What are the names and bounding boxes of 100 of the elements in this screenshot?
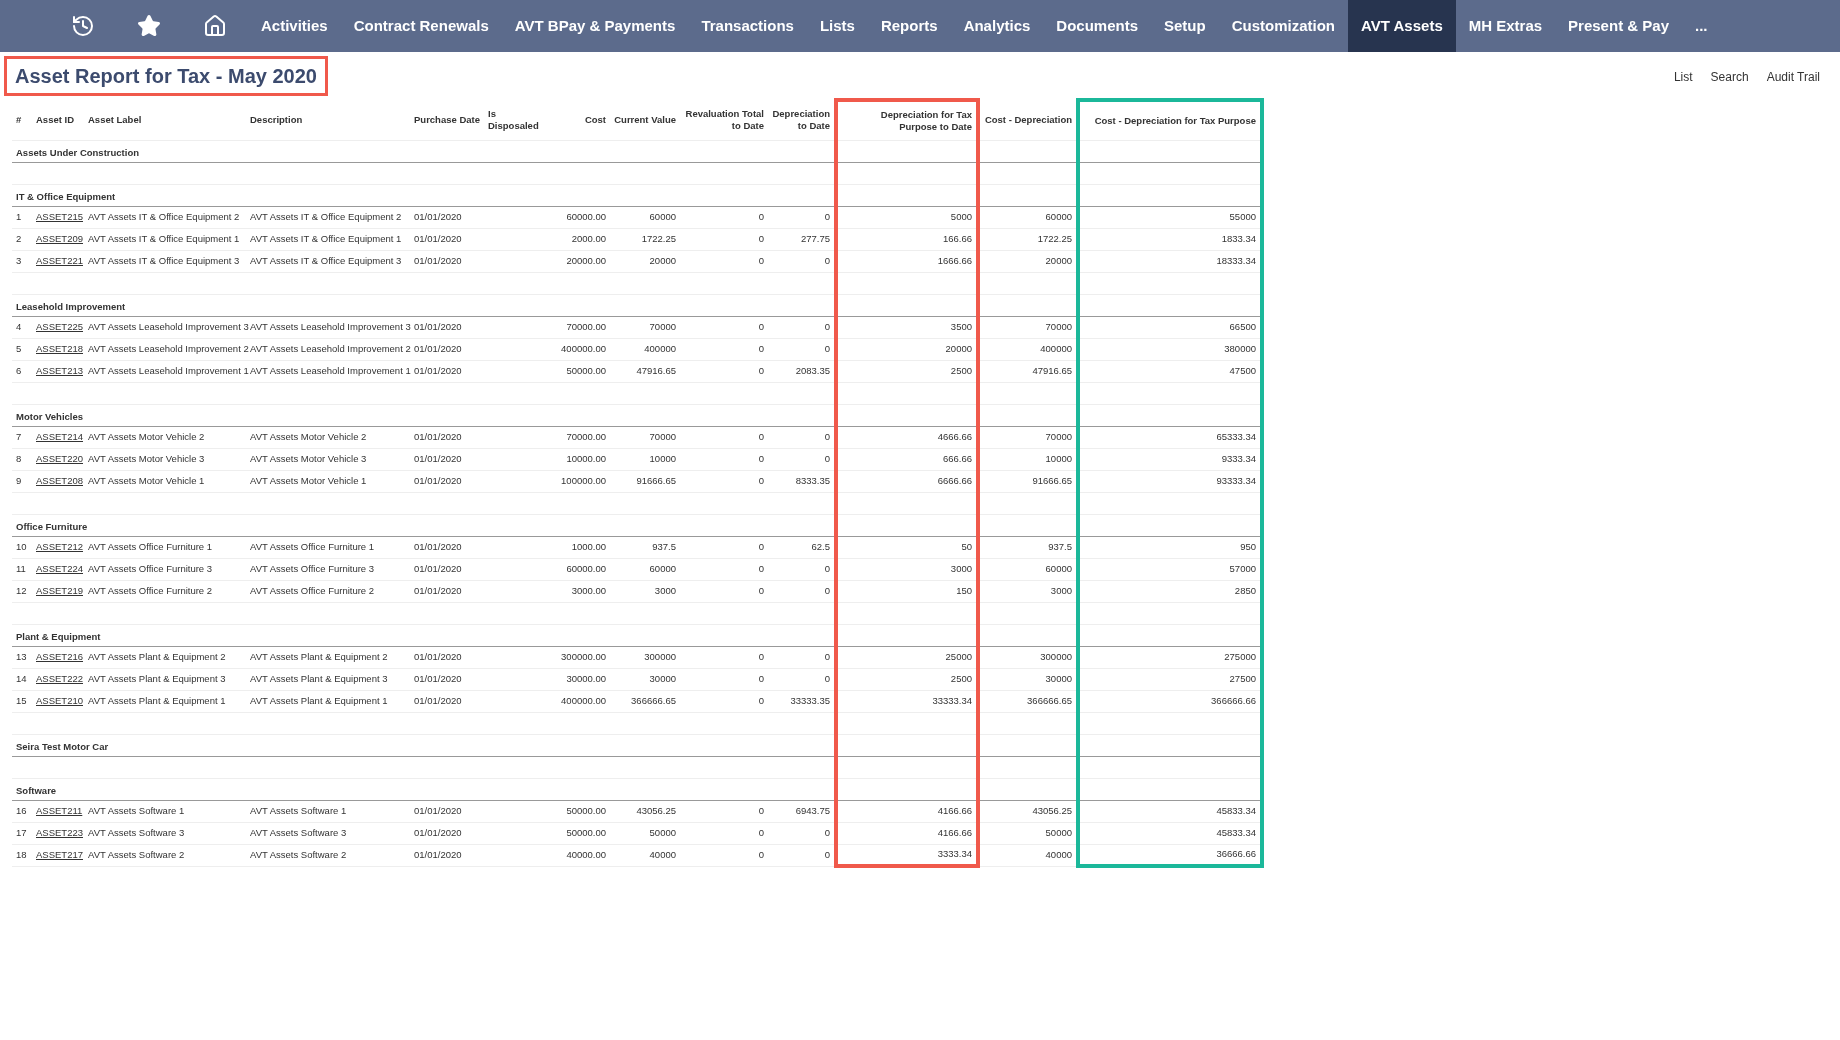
asset-link[interactable]: ASSET214 — [36, 430, 83, 442]
table-cell: 6 — [16, 364, 22, 376]
asset-link[interactable]: ASSET218 — [36, 342, 83, 354]
table-cell: 43056.25 — [636, 804, 676, 816]
table-cell: 60000.00 — [566, 562, 606, 574]
table-cell: AVT Assets Plant & Equipment 3 — [250, 672, 388, 684]
nav-tab[interactable]: MH Extras — [1455, 0, 1556, 52]
table-cell: 937.5 — [652, 540, 676, 552]
table-cell: AVT Assets Motor Vehicle 3 — [250, 452, 367, 464]
table-cell: 01/01/2020 — [414, 804, 462, 816]
table-cell: 10000 — [649, 452, 676, 464]
column-header: Description — [250, 113, 303, 125]
table-cell: AVT Assets Office Furniture 1 — [250, 540, 375, 552]
table-cell: 20000 — [649, 254, 676, 266]
table-cell: AVT Assets Plant & Equipment 1 — [88, 694, 226, 706]
asset-link[interactable]: ASSET216 — [36, 650, 83, 662]
table-cell: 15 — [16, 694, 27, 706]
table-cell: 10 — [16, 540, 27, 552]
asset-link[interactable]: ASSET222 — [36, 672, 83, 684]
nav-tab[interactable]: Transactions — [688, 0, 807, 52]
table-cell: 70000.00 — [566, 320, 606, 332]
table-cell: 01/01/2020 — [414, 430, 462, 442]
nav-tab[interactable]: Present & Pay — [1555, 0, 1682, 52]
table-cell: AVT Assets Software 1 — [250, 804, 347, 816]
table-cell: AVT Assets Software 1 — [88, 804, 185, 816]
table-cell: 60000.00 — [566, 210, 606, 222]
table-cell: 0 — [758, 650, 764, 662]
asset-link[interactable]: ASSET213 — [36, 364, 83, 376]
asset-link[interactable]: ASSET221 — [36, 254, 83, 266]
table-cell: 01/01/2020 — [414, 650, 462, 662]
history-icon[interactable] — [71, 14, 95, 38]
table-cell: 16 — [16, 804, 27, 816]
asset-link[interactable]: ASSET217 — [36, 848, 83, 860]
asset-link[interactable]: ASSET209 — [36, 232, 83, 244]
star-icon[interactable] — [137, 14, 161, 38]
table-cell: AVT Assets Motor Vehicle 1 — [88, 474, 205, 486]
table-cell: 60000 — [1045, 562, 1072, 574]
table-cell: 18 — [16, 848, 27, 860]
table-cell: 70000 — [649, 430, 676, 442]
table-cell: 100000.00 — [561, 474, 606, 486]
column-header: # — [16, 113, 22, 125]
table-cell: 20000.00 — [566, 254, 606, 266]
table-cell: 18333.34 — [1216, 254, 1256, 266]
table-cell: 01/01/2020 — [414, 694, 462, 706]
table-cell: 36666.66 — [1216, 848, 1256, 860]
nav-tab[interactable]: Customization — [1218, 0, 1349, 52]
table-cell: 300000.00 — [561, 650, 606, 662]
table-cell: AVT Assets IT & Office Equipment 2 — [88, 210, 240, 222]
nav-tab[interactable]: ... — [1682, 0, 1721, 52]
table-cell: 950 — [1240, 540, 1256, 552]
asset-link[interactable]: ASSET211 — [36, 804, 83, 816]
asset-link[interactable]: ASSET219 — [36, 584, 83, 596]
table-cell: 6943.75 — [795, 804, 830, 816]
asset-link[interactable]: ASSET220 — [36, 452, 83, 464]
table-cell: 45833.34 — [1216, 826, 1256, 838]
table-cell: 0 — [758, 474, 764, 486]
asset-link[interactable]: ASSET208 — [36, 474, 83, 486]
table-cell: 33333.35 — [790, 694, 830, 706]
table-cell: 0 — [824, 452, 830, 464]
table-cell: AVT Assets Motor Vehicle 3 — [88, 452, 205, 464]
nav-tab[interactable]: AVT BPay & Payments — [501, 0, 689, 52]
nav-tab[interactable]: Activities — [248, 0, 341, 52]
asset-link[interactable]: ASSET223 — [36, 826, 83, 838]
group-heading: Plant & Equipment — [16, 629, 101, 644]
table-cell: 47916.65 — [636, 364, 676, 376]
table-cell: 1000.00 — [571, 540, 606, 552]
asset-link[interactable]: ASSET215 — [36, 210, 83, 222]
asset-link[interactable]: ASSET225 — [36, 320, 83, 332]
table-cell: 33333.34 — [932, 694, 972, 706]
home-icon[interactable] — [203, 14, 227, 38]
table-cell: 50000 — [649, 826, 676, 838]
group-heading: Assets Under Construction — [16, 145, 139, 160]
column-header: Purchase Date — [414, 113, 480, 125]
table-cell: 9 — [16, 474, 22, 486]
nav-tab[interactable]: Reports — [867, 0, 951, 52]
table-cell: 4 — [16, 320, 22, 332]
table-cell: 20000 — [1045, 254, 1072, 266]
asset-link[interactable]: ASSET212 — [36, 540, 83, 552]
table-cell: 4166.66 — [937, 826, 972, 838]
table-cell: 40000 — [649, 848, 676, 860]
nav-tab[interactable]: AVT Assets — [1348, 0, 1456, 52]
nav-tab[interactable]: Lists — [806, 0, 868, 52]
table-cell: 0 — [758, 694, 764, 706]
table-cell: 2500 — [950, 672, 972, 684]
table-cell: 66500 — [1229, 320, 1256, 332]
asset-link[interactable]: ASSET224 — [36, 562, 83, 574]
nav-tab[interactable]: Setup — [1151, 0, 1219, 52]
table-cell: AVT Assets Leasehold Improvement 3 — [250, 320, 411, 332]
nav-tab[interactable]: Analytics — [950, 0, 1044, 52]
column-header: Depreciation for Tax Purpose to Date — [880, 108, 972, 132]
nav-tab[interactable]: Contract Renewals — [340, 0, 502, 52]
asset-link[interactable]: ASSET210 — [36, 694, 83, 706]
header-link[interactable]: List — [1673, 68, 1693, 86]
table-cell: 30000.00 — [566, 672, 606, 684]
table-cell: 0 — [758, 804, 764, 816]
nav-tab[interactable]: Documents — [1043, 0, 1151, 52]
table-cell: 14 — [16, 672, 27, 684]
header-link[interactable]: Search — [1710, 68, 1749, 86]
table-cell: AVT Assets Software 2 — [88, 848, 185, 860]
header-link[interactable]: Audit Trail — [1766, 68, 1820, 86]
